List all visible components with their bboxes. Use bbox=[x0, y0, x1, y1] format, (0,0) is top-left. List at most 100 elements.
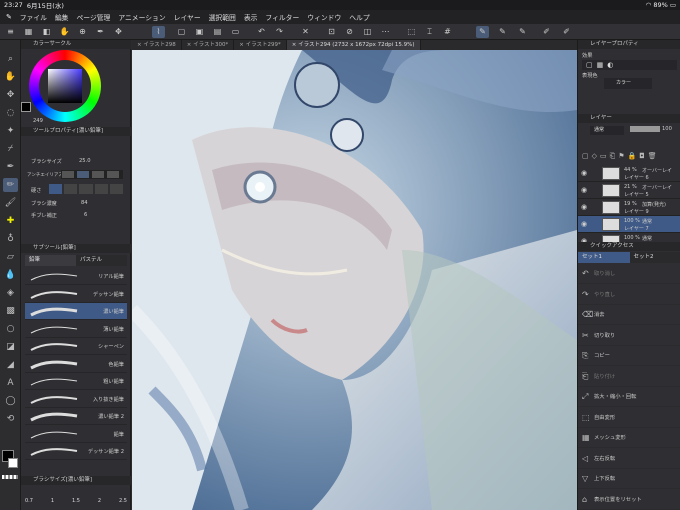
panel-icon[interactable]: ▦ bbox=[22, 26, 35, 38]
new-file-icon[interactable]: ▢ bbox=[175, 26, 188, 38]
eye-icon[interactable]: ◉ bbox=[581, 186, 587, 194]
move-icon[interactable]: ✥ bbox=[3, 88, 18, 102]
blend-mode-select[interactable]: 通常 bbox=[590, 126, 624, 135]
menu-help[interactable]: ヘルプ bbox=[349, 12, 369, 22]
zoom-icon[interactable]: ⊕ bbox=[76, 26, 89, 38]
ruler-snap-icon[interactable]: ⌶ bbox=[423, 26, 436, 38]
stabilization-value[interactable]: 6 bbox=[84, 212, 87, 218]
sub-color-swatch[interactable] bbox=[8, 458, 18, 468]
save-icon[interactable]: ▤ bbox=[211, 26, 224, 38]
layer-color-icon[interactable]: ◐ bbox=[607, 61, 613, 69]
clip-studio-icon[interactable]: ✎ bbox=[6, 13, 12, 21]
brush-icon[interactable]: 🖌 bbox=[3, 196, 18, 210]
quick-action[interactable]: ⌫ 消去 bbox=[578, 305, 680, 325]
text-icon[interactable]: A bbox=[3, 376, 18, 390]
brush-item[interactable]: 鉛筆 bbox=[25, 426, 127, 443]
size-preset[interactable]: 2 bbox=[98, 498, 101, 504]
ruler-icon[interactable]: ◢ bbox=[3, 358, 18, 372]
ref-icon[interactable]: ⚑ bbox=[618, 152, 624, 162]
clear-icon[interactable]: ✕ bbox=[299, 26, 312, 38]
antialias-selector[interactable] bbox=[61, 170, 123, 179]
density-value[interactable]: 84 bbox=[81, 200, 88, 206]
quick-action[interactable]: ⎘ コピー bbox=[578, 346, 680, 366]
tone-icon[interactable]: ▦ bbox=[597, 61, 604, 69]
menu-layer[interactable]: レイヤー bbox=[174, 12, 201, 22]
quick-action[interactable]: ▽ 上下反転 bbox=[578, 469, 680, 489]
stroke-2-icon[interactable]: ✎ bbox=[496, 26, 509, 38]
eyedropper-icon[interactable]: ✒ bbox=[94, 26, 107, 38]
border-effect-icon[interactable]: ▢ bbox=[586, 61, 593, 69]
brush-item[interactable]: 粗い鉛筆 bbox=[25, 373, 127, 390]
brush-item[interactable]: デッサン鉛筆 bbox=[25, 286, 127, 303]
deselect-icon[interactable]: ⊘ bbox=[343, 26, 356, 38]
menu-animation[interactable]: アニメーション bbox=[118, 12, 165, 22]
effect-buttons[interactable]: ▢ ▦ ◐ bbox=[582, 60, 677, 70]
tab-document-2[interactable]: × イラスト300* bbox=[182, 40, 235, 50]
layer-row[interactable]: ◉ 44 % オーバーレイ レイヤー 6 bbox=[578, 165, 680, 182]
folder-icon[interactable]: ▭ bbox=[229, 26, 242, 38]
brush-item[interactable]: 濃い鉛筆 2 bbox=[25, 408, 127, 425]
quick-action[interactable]: ⌂ 表示位置をリセット bbox=[578, 490, 680, 510]
lasso-icon[interactable]: ◌ bbox=[3, 106, 18, 120]
pencil-icon[interactable]: ✏ bbox=[3, 178, 18, 192]
quick-action[interactable]: ↶ 取り消し bbox=[578, 264, 680, 284]
select-all-icon[interactable]: ⊡ bbox=[325, 26, 338, 38]
invert-selection-icon[interactable]: ◫ bbox=[361, 26, 374, 38]
brush-size-value[interactable]: 25.0 bbox=[79, 158, 91, 164]
set-tab-2[interactable]: セット2 bbox=[629, 252, 680, 263]
eye-icon[interactable]: ◉ bbox=[581, 220, 587, 228]
brush-item[interactable]: 濃い鉛筆 bbox=[25, 303, 127, 320]
snap-icon[interactable]: ⋯ bbox=[379, 26, 392, 38]
magic-wand-icon[interactable]: ✦ bbox=[3, 124, 18, 138]
pen-icon[interactable]: ✒ bbox=[3, 160, 18, 174]
correction-icon[interactable]: ⟲ bbox=[3, 412, 18, 426]
subtool-tab-pencil[interactable]: 鉛筆 bbox=[25, 255, 76, 266]
set-tab-1[interactable]: セット1 bbox=[578, 252, 630, 263]
undo-icon[interactable]: ↶ bbox=[255, 26, 268, 38]
eye-icon[interactable]: ◉ bbox=[581, 203, 587, 211]
layout-icon[interactable]: ◧ bbox=[40, 26, 53, 38]
brush-item[interactable]: リアル鉛筆 bbox=[25, 268, 127, 285]
hand-icon[interactable]: ✋ bbox=[58, 26, 71, 38]
transform-icon[interactable]: ⬚ bbox=[405, 26, 418, 38]
figure-icon[interactable]: ○ bbox=[3, 322, 18, 336]
grid-icon[interactable]: # bbox=[441, 26, 454, 38]
tab-document-1[interactable]: × イラスト298 bbox=[132, 40, 182, 50]
layer-row[interactable]: ◉ 21 % オーバーレイ レイヤー 5 bbox=[578, 182, 680, 199]
quick-action[interactable]: ⎗ 貼り付け bbox=[578, 367, 680, 387]
balloon-icon[interactable]: ◯ bbox=[3, 394, 18, 408]
size-preset[interactable]: 2.5 bbox=[119, 498, 127, 504]
zoom-icon[interactable]: ⌕ bbox=[3, 52, 18, 66]
layer-row[interactable]: ◉ 19 % 加算(発光) レイヤー 9 bbox=[578, 199, 680, 216]
brush-item[interactable]: デッサン鉛筆 2 bbox=[25, 443, 127, 460]
size-preset[interactable]: 1 bbox=[51, 498, 54, 504]
menu-selection[interactable]: 選択範囲 bbox=[209, 12, 236, 22]
delete-layer-icon[interactable]: 🗑 bbox=[648, 152, 657, 162]
new-layer-icon[interactable]: ▢ bbox=[582, 152, 589, 162]
menu-page[interactable]: ページ管理 bbox=[76, 12, 110, 22]
eye-icon[interactable]: ◉ bbox=[581, 169, 587, 177]
opacity-value[interactable]: 100 bbox=[662, 126, 672, 132]
size-preset[interactable]: 0.7 bbox=[25, 498, 33, 504]
stroke-3-icon[interactable]: ✎ bbox=[516, 26, 529, 38]
size-preset[interactable]: 1.5 bbox=[72, 498, 80, 504]
menu-file[interactable]: ファイル bbox=[20, 12, 47, 22]
canvas[interactable] bbox=[132, 50, 577, 510]
menu-toggle-icon[interactable]: ≡ bbox=[4, 26, 17, 38]
hardness-selector[interactable] bbox=[49, 184, 124, 194]
fill-icon[interactable]: ◈ bbox=[3, 286, 18, 300]
brush-item[interactable]: 薄い鉛筆 bbox=[25, 321, 127, 338]
quick-action[interactable]: ✂ 切り取り bbox=[578, 326, 680, 346]
new-vector-icon[interactable]: ◇ bbox=[592, 152, 597, 162]
opacity-slider[interactable] bbox=[630, 126, 660, 132]
menu-edit[interactable]: 編集 bbox=[55, 12, 69, 22]
frame-icon[interactable]: ◪ bbox=[3, 340, 18, 354]
brush-item[interactable]: 色鉛筆 bbox=[25, 356, 127, 373]
quick-action[interactable]: ▦ メッシュ変形 bbox=[578, 428, 680, 448]
decoration-icon[interactable]: ✚ bbox=[3, 214, 18, 228]
hand-icon[interactable]: ✋ bbox=[3, 70, 18, 84]
gradient-icon[interactable]: ▩ bbox=[3, 304, 18, 318]
menu-window[interactable]: ウィンドウ bbox=[307, 12, 341, 22]
stroke-5-icon[interactable]: ✐ bbox=[560, 26, 573, 38]
current-color-swatch[interactable] bbox=[21, 102, 31, 112]
